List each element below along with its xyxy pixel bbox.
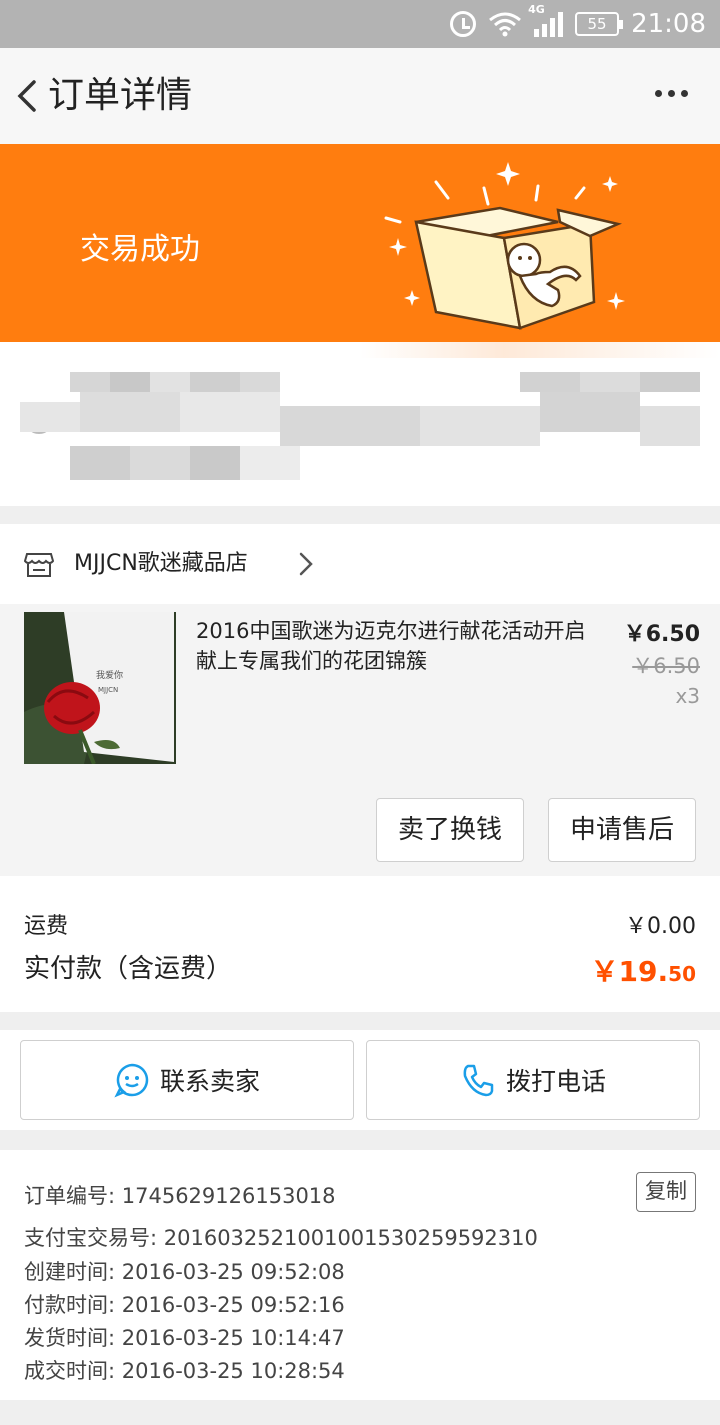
phone-icon <box>463 1064 494 1097</box>
created-time: 创建时间: 2016-03-25 09:52:08 <box>24 1260 345 1284</box>
copy-order-number-button[interactable]: 复制 <box>636 1172 696 1212</box>
sell-for-cash-button[interactable]: 卖了换钱 <box>376 798 524 862</box>
product-original-price: ￥6.50 <box>632 654 700 678</box>
alipay-transaction-number: 支付宝交易号: 2016032521001001530259592310 <box>24 1226 538 1250</box>
call-phone-button[interactable]: 拨打电话 <box>366 1040 700 1120</box>
blurred-address-mosaic <box>0 342 720 506</box>
more-options-icon[interactable] <box>655 90 688 97</box>
store-icon <box>24 553 54 577</box>
back-arrow-icon[interactable] <box>10 78 46 114</box>
top-navigation-bar: 订单详情 <box>0 48 720 144</box>
wifi-icon <box>489 12 521 37</box>
contact-seller-button[interactable]: 联系卖家 <box>20 1040 354 1120</box>
amount-paid-value: ￥19.50 <box>591 950 696 990</box>
amount-paid-main: ￥19. <box>590 955 669 988</box>
contact-actions: 联系卖家 拨打电话 <box>0 1030 720 1130</box>
shipped-time: 发货时间: 2016-03-25 10:14:47 <box>24 1326 345 1350</box>
amount-paid-cents: 50 <box>668 962 696 986</box>
card-text-2: MJJCN <box>98 686 118 694</box>
product-price: ￥6.50 <box>623 622 700 647</box>
page-title: 订单详情 <box>48 75 193 116</box>
shipping-address-section[interactable] <box>0 342 720 506</box>
status-icons: 4G 55 21:08 <box>450 3 706 40</box>
order-status-banner: 交易成功 <box>0 144 720 342</box>
network-type: 4G <box>528 3 545 16</box>
apply-after-sale-button[interactable]: 申请售后 <box>548 798 696 862</box>
open-box-illustration <box>384 162 625 330</box>
card-text-1: 我爱你 <box>96 669 123 681</box>
paid-time: 付款时间: 2016-03-25 09:52:16 <box>24 1293 345 1317</box>
shipping-fee-value: ￥0.00 <box>625 914 696 939</box>
order-number: 订单编号: 1745629126153018 <box>24 1184 336 1208</box>
product-quantity: x3 <box>675 684 700 708</box>
product-item[interactable]: 我爱你 MJJCN 2016中国歌迷为迈克尔进行献花活动开启 献上专属我们的花团… <box>0 604 720 876</box>
shop-row[interactable]: MJJCN歌迷藏品店 <box>0 524 720 604</box>
call-phone-label: 拨打电话 <box>505 1067 606 1096</box>
signal-icon: 4G <box>528 3 564 37</box>
amount-paid-label: 实付款（含运费） <box>24 954 233 984</box>
chevron-right-icon <box>299 552 313 576</box>
chat-bubble-icon <box>114 1063 149 1098</box>
alarm-icon <box>450 11 477 37</box>
order-info-section: 订单编号: 1745629126153018 复制 支付宝交易号: 201603… <box>0 1150 720 1400</box>
shipping-fee-label: 运费 <box>24 914 69 939</box>
product-thumbnail: 我爱你 MJJCN <box>24 612 176 764</box>
shop-name: MJJCN歌迷藏品店 <box>74 551 248 576</box>
order-status-text: 交易成功 <box>80 232 200 267</box>
status-bar: 4G 55 21:08 <box>0 0 720 48</box>
product-title[interactable]: 2016中国歌迷为迈克尔进行献花活动开启 献上专属我们的花团锦簇 <box>196 616 586 676</box>
completed-time: 成交时间: 2016-03-25 10:28:54 <box>24 1359 345 1383</box>
battery-icon: 55 <box>575 12 624 36</box>
clock: 21:08 <box>631 9 706 39</box>
payment-summary: 运费 ￥0.00 实付款（含运费） ￥19.50 <box>0 876 720 1012</box>
contact-seller-label: 联系卖家 <box>159 1067 260 1096</box>
